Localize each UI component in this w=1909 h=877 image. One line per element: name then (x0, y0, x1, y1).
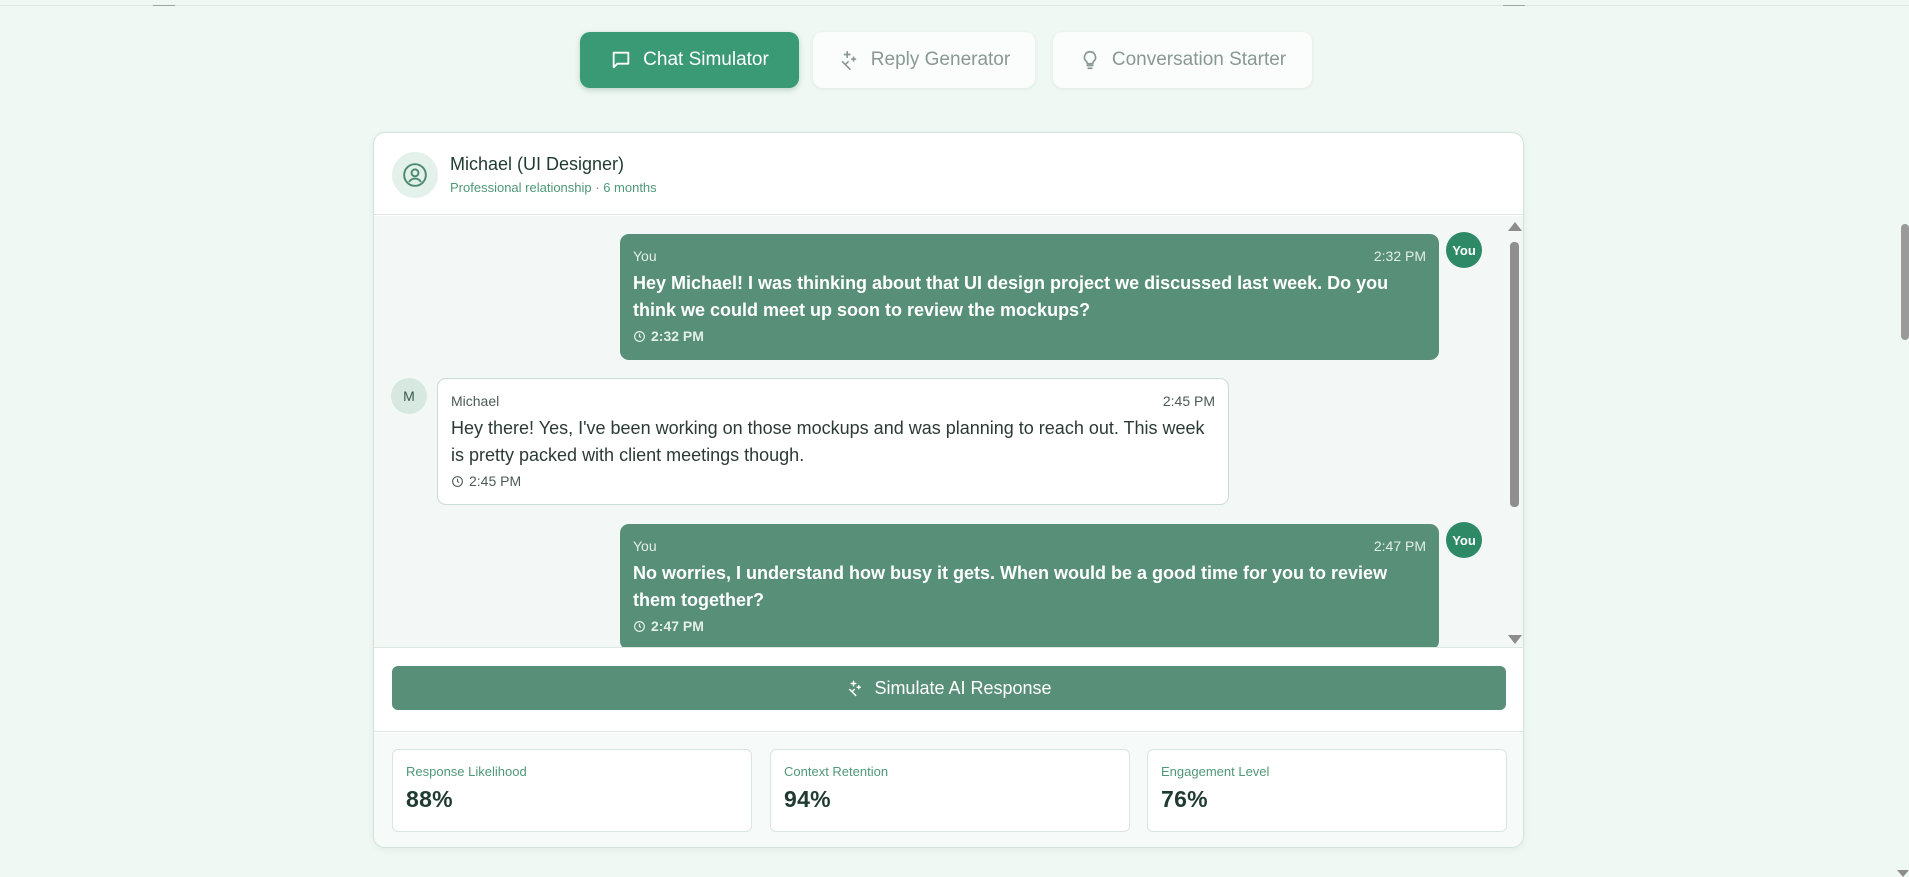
message-meta: You 2:32 PM (633, 248, 1426, 264)
message-text: Hey there! Yes, I've been working on tho… (451, 418, 1205, 465)
action-bar: Simulate AI Response (374, 647, 1523, 732)
scroll-thumb[interactable] (1510, 242, 1519, 507)
lightbulb-icon (1083, 50, 1097, 70)
user-circle-icon (403, 163, 427, 187)
message-list-scrollbar[interactable] (1506, 222, 1522, 647)
contact-avatar (392, 152, 438, 198)
stat-card-response-likelihood: Response Likelihood 88% (392, 749, 752, 832)
avatar: You (1446, 232, 1482, 268)
top-tick-right (1503, 0, 1525, 6)
message-bubble-outgoing: You 2:32 PM Hey Michael! I was thinking … (620, 234, 1439, 360)
message-stamp: 2:45 PM (451, 473, 1215, 489)
tab-conversation-starter[interactable]: Conversation Starter (1053, 32, 1312, 88)
contact-header: Michael (UI Designer) Professional relat… (374, 133, 1523, 215)
stat-label: Context Retention (784, 764, 889, 779)
clock-icon (634, 620, 645, 632)
message-stamp-time: 2:45 PM (469, 473, 522, 489)
clock-icon (634, 330, 645, 342)
tab-label: Reply Generator (870, 49, 1011, 70)
top-tick-left (153, 0, 175, 6)
message-time: 2:45 PM (1162, 393, 1215, 409)
page-scrollbar-thumb[interactable] (1901, 224, 1909, 340)
message-sender: You (633, 248, 657, 264)
simulate-button-label: Simulate AI Response (874, 677, 1052, 698)
stat-value: 76% (1161, 786, 1208, 812)
mode-tabs: Chat Simulator Reply Generator Conversat… (0, 32, 1909, 88)
tab-label: Chat Simulator (643, 49, 769, 70)
clock-icon (452, 475, 463, 487)
message-stamp: 2:47 PM (633, 618, 1426, 634)
message-sender: You (633, 538, 657, 554)
message-sender: Michael (451, 393, 500, 409)
sparkles-icon (841, 50, 857, 70)
avatar: You (1446, 522, 1482, 558)
avatar: M (391, 378, 427, 414)
stat-card-context-retention: Context Retention 94% (770, 749, 1130, 832)
contact-subtitle: Professional relationship · 6 months (450, 180, 657, 195)
message-stamp-time: 2:47 PM (651, 618, 704, 634)
stat-value: 94% (784, 786, 831, 812)
tab-reply-generator[interactable]: Reply Generator (813, 32, 1035, 88)
message-text: No worries, I understand how busy it get… (633, 563, 1388, 610)
contact-name: Michael (UI Designer) (450, 154, 625, 174)
message-bubble-incoming: Michael 2:45 PM Hey there! Yes, I've bee… (437, 378, 1229, 505)
message-stamp-time: 2:32 PM (651, 328, 704, 344)
chat-card: Michael (UI Designer) Professional relat… (373, 132, 1524, 848)
sparkles-icon (849, 680, 862, 697)
simulate-ai-response-button[interactable]: Simulate AI Response (392, 666, 1506, 710)
top-divider (0, 5, 1909, 6)
message-stamp: 2:32 PM (633, 328, 1426, 344)
message-bubble-outgoing: You 2:47 PM No worries, I understand how… (620, 524, 1439, 647)
message-text: Hey Michael! I was thinking about that U… (633, 273, 1389, 320)
stat-label: Engagement Level (1161, 764, 1270, 779)
message-list[interactable]: You 2:32 PM Hey Michael! I was thinking … (374, 216, 1523, 647)
message-meta: You 2:47 PM (633, 538, 1426, 554)
message-square-icon (612, 51, 630, 69)
tab-chat-simulator[interactable]: Chat Simulator (580, 32, 799, 88)
stat-value: 88% (406, 786, 453, 812)
message-time: 2:47 PM (1373, 538, 1426, 554)
stat-card-engagement-level: Engagement Level 76% (1147, 749, 1507, 832)
stat-label: Response Likelihood (406, 764, 527, 779)
stats-panel: Response Likelihood 88% Context Retentio… (374, 733, 1523, 847)
tab-label: Conversation Starter (1111, 49, 1287, 70)
message-meta: Michael 2:45 PM (451, 393, 1215, 409)
page-scroll-down-arrow[interactable] (1897, 870, 1909, 877)
scroll-down-arrow[interactable] (1508, 635, 1522, 644)
message-time: 2:32 PM (1373, 248, 1426, 264)
scroll-up-arrow[interactable] (1508, 222, 1522, 231)
